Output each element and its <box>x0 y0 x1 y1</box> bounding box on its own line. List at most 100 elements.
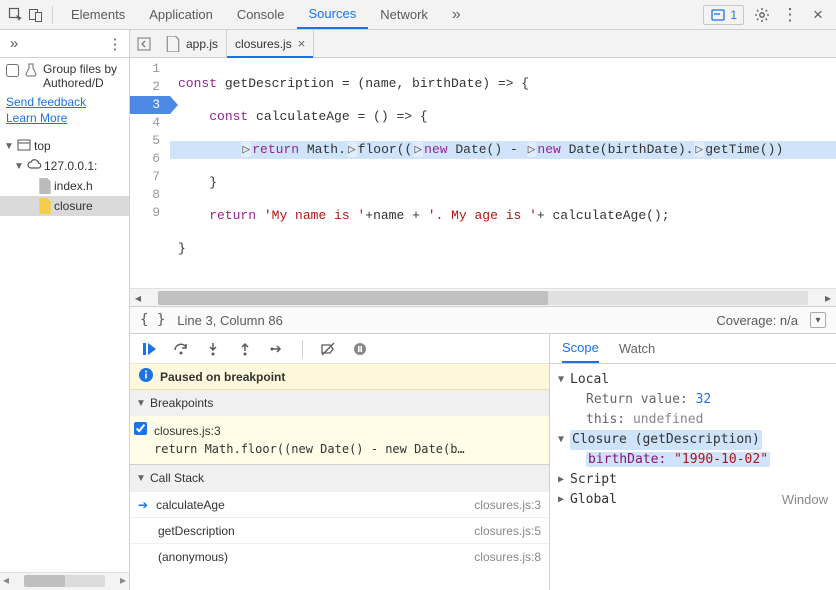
coverage-label: Coverage: n/a <box>716 313 798 328</box>
tree-file[interactable]: closure <box>0 196 129 216</box>
file-tab-label: closures.js <box>235 37 292 51</box>
paused-banner: Paused on breakpoint <box>130 364 549 390</box>
navigator-menu-icon[interactable]: ⋮ <box>101 30 129 57</box>
scope-global-label: Global <box>570 490 617 510</box>
file-tab-closuresjs[interactable]: closures.js × <box>227 30 314 57</box>
scope-script[interactable]: ▶Script <box>558 470 828 490</box>
inspect-element-icon[interactable] <box>6 5 26 25</box>
resume-icon[interactable] <box>138 338 160 360</box>
navigator-overflow-icon[interactable]: » <box>0 30 28 57</box>
debug-toolbar <box>130 334 549 364</box>
step-into-icon[interactable] <box>202 338 224 360</box>
scope-panel: Scope Watch ▼Local Return value: 32 this… <box>550 334 836 590</box>
scope-closure[interactable]: ▼Closure (getDescription) <box>558 430 828 450</box>
tab-scope[interactable]: Scope <box>562 334 599 363</box>
issues-badge[interactable]: 1 <box>703 5 744 25</box>
scope-global[interactable]: ▶Global Window <box>558 490 828 510</box>
breakpoint-row[interactable]: closures.js:3 return Math.floor((new Dat… <box>130 416 549 464</box>
callstack-header-label: Call Stack <box>150 471 204 485</box>
scope-entry: birthDate: "1990-10-02" <box>558 450 828 470</box>
breakpoints-pane: ▼ Breakpoints closures.js:3 return Math.… <box>130 390 549 465</box>
navigator-panel: » ⋮ Group files by Authored/D Send feedb… <box>0 30 130 590</box>
scope-local[interactable]: ▼Local <box>558 370 828 390</box>
file-icon <box>38 179 52 193</box>
code-editor[interactable]: 1 2 3 4 5 6 7 8 9 const getDescription =… <box>130 58 836 288</box>
breakpoint-checkbox[interactable] <box>134 422 147 435</box>
breakpoint-code: return Math.floor((new Date() - new Date… <box>154 440 541 458</box>
deactivate-breakpoints-icon[interactable] <box>317 338 339 360</box>
tree-file[interactable]: index.h <box>0 176 129 196</box>
file-icon <box>38 199 52 213</box>
breakpoints-header[interactable]: ▼ Breakpoints <box>130 390 549 416</box>
tab-elements[interactable]: Elements <box>59 0 137 29</box>
info-icon <box>138 367 154 386</box>
callstack-loc: closures.js:8 <box>474 550 541 564</box>
file-icon <box>166 37 180 51</box>
scope-entry: Return value: 32 <box>558 390 828 410</box>
tree-file-label: closure <box>54 199 93 213</box>
kebab-icon[interactable]: ⋮ <box>780 5 800 25</box>
file-tab-bar: app.js closures.js × <box>130 30 836 58</box>
file-tab-appjs[interactable]: app.js <box>158 30 227 57</box>
issues-count: 1 <box>730 8 737 22</box>
callstack-row[interactable]: calculateAge closures.js:3 <box>130 491 549 517</box>
file-tree: ▼ top ▼ 127.0.0.1: <box>0 132 129 220</box>
breakpoint-file: closures.js:3 <box>154 422 541 440</box>
debugger-panel: Paused on breakpoint ▼ Breakpoints closu… <box>130 334 550 590</box>
step-over-icon[interactable] <box>170 338 192 360</box>
cloud-icon <box>26 157 42 176</box>
tree-top[interactable]: ▼ top <box>0 136 129 156</box>
navigator-scrollbar[interactable]: ◂ ▸ <box>0 572 129 590</box>
cursor-position: Line 3, Column 86 <box>177 313 283 328</box>
breakpoints-header-label: Breakpoints <box>150 396 213 410</box>
callstack-fn: (anonymous) <box>158 550 228 564</box>
paused-text: Paused on breakpoint <box>160 370 285 384</box>
close-icon[interactable]: × <box>298 36 306 51</box>
file-tab-label: app.js <box>186 37 218 51</box>
coverage-toggle-icon[interactable]: ▾ <box>810 312 826 328</box>
scope-script-label: Script <box>570 470 617 490</box>
step-icon[interactable] <box>266 338 288 360</box>
tree-host[interactable]: ▼ 127.0.0.1: <box>0 156 129 176</box>
braces-icon[interactable]: { } <box>140 312 165 328</box>
experiment-icon <box>23 62 39 81</box>
breakpoint-marker[interactable]: 3 <box>130 96 170 114</box>
tree-file-label: index.h <box>54 179 93 193</box>
callstack-fn: getDescription <box>158 524 235 538</box>
devtools-toolbar: Elements Application Console Sources Net… <box>0 0 836 30</box>
tab-network[interactable]: Network <box>368 0 440 29</box>
callstack-row[interactable]: getDescription closures.js:5 <box>130 517 549 543</box>
line-gutter[interactable]: 1 2 3 4 5 6 7 8 9 <box>130 58 170 288</box>
tab-overflow[interactable]: » <box>440 0 473 29</box>
scope-local-label: Local <box>570 370 609 390</box>
scope-closure-label: Closure (getDescription) <box>570 430 762 450</box>
tab-history-icon[interactable] <box>130 30 158 57</box>
group-files-label: Group files by Authored/D <box>43 62 123 90</box>
editor-status: { } Line 3, Column 86 Coverage: n/a ▾ <box>130 306 836 334</box>
callstack-header[interactable]: ▼ Call Stack <box>130 465 549 491</box>
tab-sources[interactable]: Sources <box>297 0 369 29</box>
callstack-row[interactable]: (anonymous) closures.js:8 <box>130 543 549 569</box>
device-mode-icon[interactable] <box>26 5 46 25</box>
callstack-loc: closures.js:5 <box>474 524 541 538</box>
group-files-checkbox[interactable] <box>6 64 19 77</box>
editor-scrollbar[interactable]: ◂▸ <box>130 288 836 306</box>
tab-watch[interactable]: Watch <box>619 334 655 363</box>
close-icon[interactable]: × <box>808 5 828 25</box>
tab-console[interactable]: Console <box>225 0 297 29</box>
window-icon <box>16 137 32 156</box>
tab-application[interactable]: Application <box>137 0 225 29</box>
callstack-fn: calculateAge <box>156 498 225 512</box>
code-area[interactable]: const getDescription = (name, birthDate)… <box>170 58 836 288</box>
step-out-icon[interactable] <box>234 338 256 360</box>
callstack-loc: closures.js:3 <box>474 498 541 512</box>
panel-tabs: Elements Application Console Sources Net… <box>59 0 703 29</box>
learn-more-link[interactable]: Learn More <box>6 110 123 126</box>
gear-icon[interactable] <box>752 5 772 25</box>
pause-on-exceptions-icon[interactable] <box>349 338 371 360</box>
scope-entry: this: undefined <box>558 410 828 430</box>
tree-top-label: top <box>34 139 51 153</box>
send-feedback-link[interactable]: Send feedback <box>6 94 123 110</box>
tree-host-label: 127.0.0.1: <box>44 159 97 173</box>
scope-global-value: Window <box>782 490 828 510</box>
